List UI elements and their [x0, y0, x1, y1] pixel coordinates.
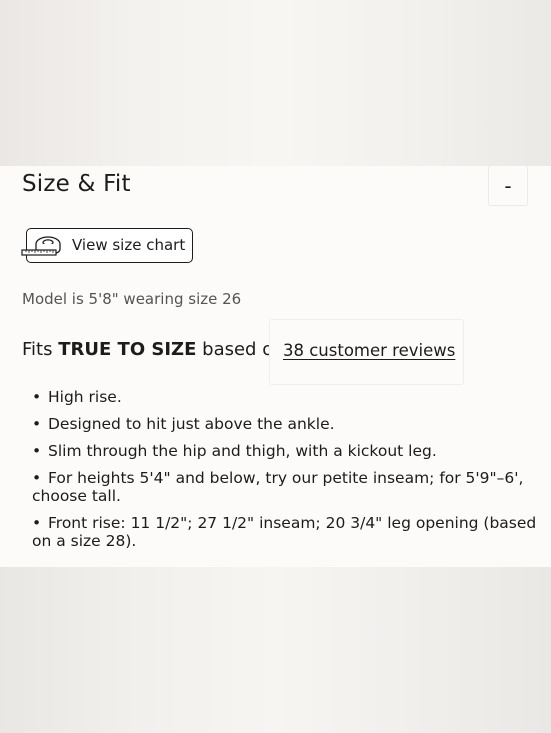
collapse-label: - — [504, 173, 512, 198]
background-bottom — [0, 567, 551, 733]
list-item: Front rise: 11 1/2"; 27 1/2" inseam; 20 … — [32, 514, 537, 550]
list-item: Slim through the hip and thigh, with a k… — [32, 442, 537, 460]
model-size-note: Model is 5'8" wearing size 26 — [22, 290, 242, 308]
fit-emphasis: TRUE TO SIZE — [58, 339, 197, 360]
fit-prefix: Fits — [22, 339, 53, 360]
customer-reviews-link[interactable]: 38 customer reviews — [283, 341, 455, 360]
view-size-chart-label: View size chart — [72, 236, 186, 254]
tape-measure-icon — [21, 236, 61, 256]
section-title: Size & Fit — [22, 171, 131, 197]
list-item: For heights 5'4" and below, try our peti… — [32, 469, 537, 505]
fit-details-list: High rise. Designed to hit just above th… — [32, 388, 537, 559]
list-item: High rise. — [32, 388, 537, 406]
list-item: Designed to hit just above the ankle. — [32, 415, 537, 433]
fit-summary: Fits TRUE TO SIZE based on — [22, 339, 285, 360]
background-top — [0, 0, 551, 166]
collapse-button[interactable]: - — [488, 165, 528, 206]
